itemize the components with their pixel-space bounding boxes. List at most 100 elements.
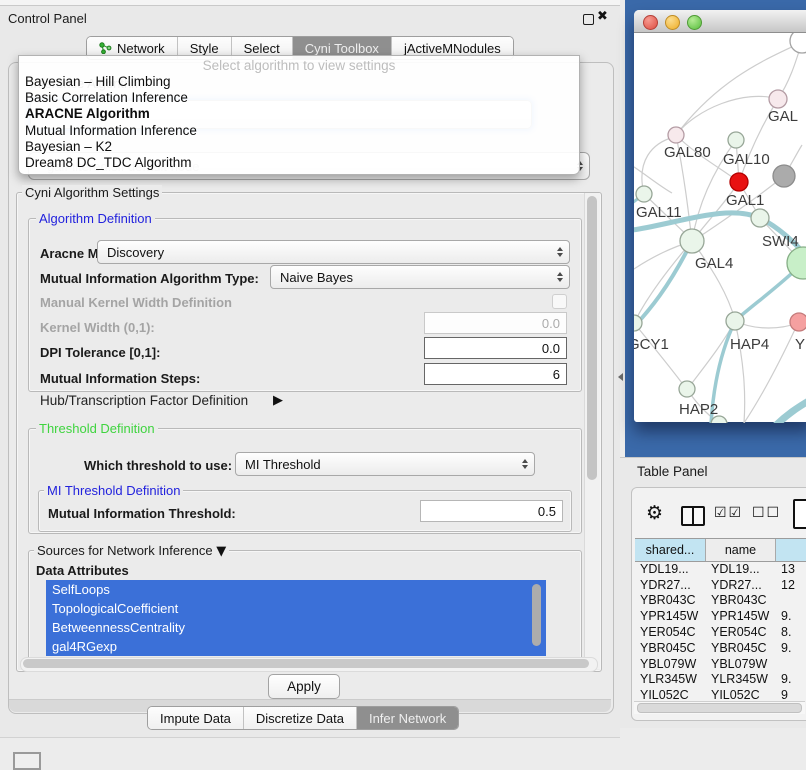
table-cell: YER054C [706, 625, 776, 639]
network-node[interactable] [728, 132, 744, 148]
list-item[interactable]: TopologicalCoefficient [46, 599, 546, 618]
algorithm-option[interactable]: Bayesian – K2 [19, 139, 579, 155]
minimize-traffic-light-icon[interactable] [665, 15, 680, 30]
aracne-mode-value: Discovery [107, 245, 164, 260]
network-node[interactable] [680, 229, 704, 253]
network-view-window[interactable]: GALGAL80GAL10GAL1GAL11SWI4GAL4GCY1HAP4YH… [634, 10, 806, 422]
sources-title-text: Sources for Network Inference [37, 543, 213, 558]
table-row[interactable]: YBR045CYBR045C9. [635, 640, 806, 656]
apply-button[interactable]: Apply [268, 674, 340, 699]
table-cell: YDL19... [635, 562, 706, 576]
node-label: GAL80 [664, 144, 711, 161]
mi-steps-label: Mutual Information Steps: [40, 371, 200, 386]
network-node[interactable] [769, 90, 787, 108]
table-cell: YBR043C [635, 593, 706, 607]
network-icon [99, 42, 112, 54]
network-node[interactable] [773, 165, 795, 187]
list-item[interactable]: SelfLoops [46, 580, 546, 599]
table-row[interactable]: YBR043CYBR043C [635, 593, 806, 609]
close-icon[interactable]: ✖ [597, 9, 608, 24]
mi-threshold-field[interactable]: 0.5 [420, 500, 563, 522]
control-panel-title: Control Panel [8, 11, 87, 26]
network-node[interactable] [790, 33, 806, 53]
which-threshold-combo[interactable]: MI Threshold [235, 452, 535, 476]
network-node[interactable] [668, 127, 684, 143]
table-hscrollbar-thumb[interactable] [637, 703, 802, 713]
float-window-icon[interactable] [583, 14, 594, 25]
table-cell: 9. [776, 672, 806, 686]
table-cell: 9. [776, 641, 806, 655]
data-attributes-label: Data Attributes [36, 563, 129, 578]
network-node[interactable] [679, 381, 695, 397]
network-graph[interactable]: GALGAL80GAL10GAL1GAL11SWI4GAL4GCY1HAP4YH… [634, 33, 806, 423]
table-row[interactable]: YPR145WYPR145W9. [635, 608, 806, 624]
data-attributes-list[interactable]: SelfLoopsTopologicalCoefficientBetweenne… [46, 580, 546, 656]
select-all-checkboxes-icon[interactable]: ☑☑ [714, 505, 743, 521]
close-traffic-light-icon[interactable] [643, 15, 658, 30]
list-item[interactable]: BetweennessCentrality [46, 618, 546, 637]
table-row[interactable]: YDR27...YDR27...12 [635, 577, 806, 593]
algorithm-option[interactable]: Basic Correlation Inference [19, 90, 579, 106]
window-top-strip [0, 0, 620, 6]
aracne-mode-combo[interactable]: Discovery [97, 240, 570, 264]
manual-kernel-checkbox[interactable] [552, 294, 567, 309]
algorithm-popup-prompt: Select algorithm to view settings [19, 56, 579, 74]
table-cell: YER054C [635, 625, 706, 639]
deselect-checkboxes-icon[interactable]: ☐☐ [752, 505, 781, 521]
network-window-titlebar[interactable] [634, 10, 806, 33]
collapse-arrow-icon[interactable]: ▼ [216, 544, 226, 559]
node-label: GCY1 [634, 336, 669, 353]
list-item[interactable]: gal4RGexp [46, 637, 546, 656]
column-header-name[interactable]: name [706, 539, 776, 561]
network-node[interactable] [790, 313, 806, 331]
table-row[interactable]: YER054CYER054C8. [635, 624, 806, 640]
kernel-width-field[interactable]: 0.0 [424, 312, 567, 334]
table-cell: YLR345W [635, 672, 706, 686]
attributes-list-scrollbar-thumb[interactable] [532, 584, 541, 646]
mi-type-combo[interactable]: Naive Bayes [270, 265, 570, 289]
table-cell: YPR145W [635, 609, 706, 623]
table-row[interactable]: YDL19...YDL19...13 [635, 561, 806, 577]
document-icon[interactable] [793, 499, 806, 529]
network-node[interactable] [730, 173, 748, 191]
settings-vscrollbar-thumb[interactable] [587, 196, 597, 480]
zoom-traffic-light-icon[interactable] [687, 15, 702, 30]
tab-jactivemnodules-label: jActiveMNodules [404, 41, 501, 56]
network-thick-edges [634, 194, 806, 423]
node-label: GAL4 [695, 255, 733, 272]
expand-arrow-icon[interactable]: ▶ [273, 393, 283, 408]
table-cell: YBR045C [706, 641, 776, 655]
algorithm-option[interactable]: Mutual Information Inference [19, 123, 579, 139]
table-row[interactable]: YIL052CYIL052C9 [635, 687, 806, 700]
network-node[interactable] [726, 312, 744, 330]
table-cell: YDR27... [706, 578, 776, 592]
cyni-bottom-tabbar: Impute Data Discretize Data Infer Networ… [147, 706, 459, 730]
table-cell: YBL079W [635, 657, 706, 671]
table-cell: YIL052C [635, 688, 706, 700]
algorithm-option[interactable]: ARACNE Algorithm [19, 106, 579, 122]
node-label: Y [795, 336, 805, 353]
tab-impute-data[interactable]: Impute Data [148, 707, 244, 729]
network-node[interactable] [751, 209, 769, 227]
column-header-shared-name[interactable]: shared... [635, 539, 706, 561]
table-row[interactable]: YBL079WYBL079W [635, 656, 806, 672]
column-header-clipped[interactable] [776, 539, 806, 561]
tab-infer-network[interactable]: Infer Network [357, 707, 458, 729]
settings-hscrollbar-thumb[interactable] [23, 659, 589, 668]
window-grip[interactable] [13, 752, 41, 770]
splitter-collapse-icon[interactable] [614, 373, 623, 381]
mi-threshold-label: Mutual Information Threshold: [48, 506, 236, 521]
tab-discretize-data[interactable]: Discretize Data [244, 707, 357, 729]
split-columns-icon[interactable] [681, 506, 705, 526]
table-settings-gear-icon[interactable]: ⚙ [646, 502, 663, 524]
mi-steps-field[interactable]: 6 [424, 363, 567, 385]
network-node[interactable] [636, 186, 652, 202]
algorithm-option[interactable]: Dream8 DC_TDC Algorithm [19, 155, 579, 171]
algorithm-option[interactable]: Bayesian – Hill Climbing [19, 74, 579, 90]
kernel-width-label: Kernel Width (0,1): [40, 320, 155, 335]
threshold-definition-title: Threshold Definition [36, 421, 158, 436]
table-cell: YDR27... [635, 578, 706, 592]
table-cell: 9. [776, 609, 806, 623]
dpi-tolerance-field[interactable]: 0.0 [424, 337, 567, 359]
table-row[interactable]: YLR345WYLR345W9. [635, 672, 806, 688]
